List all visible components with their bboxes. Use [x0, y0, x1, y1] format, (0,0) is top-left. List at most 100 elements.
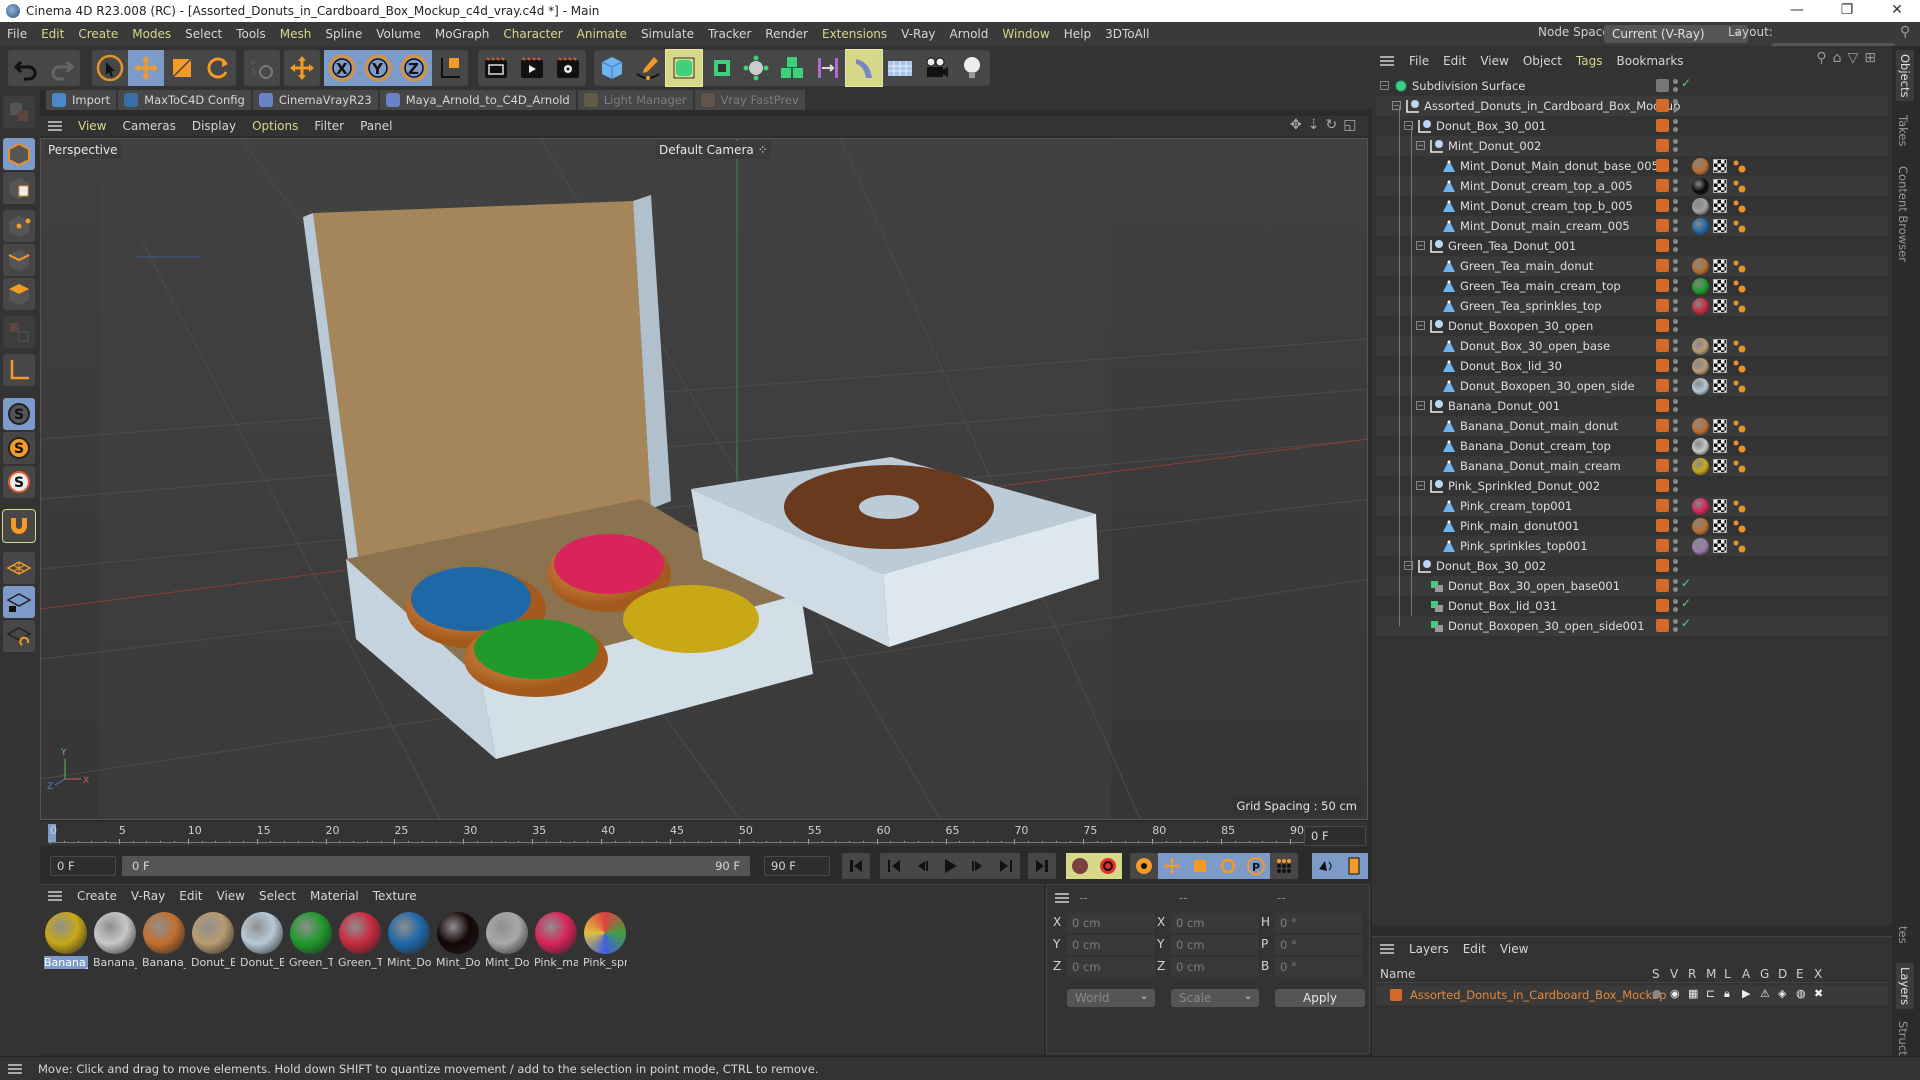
- layer-color-swatch[interactable]: [1656, 619, 1669, 632]
- layer-color-swatch[interactable]: [1656, 419, 1669, 432]
- object-name[interactable]: Banana_Donut_main_donut: [1460, 419, 1618, 433]
- menu-select[interactable]: Select: [178, 27, 229, 41]
- timeline-ruler[interactable]: 0 5 10 15 20 25 30 35 40 45 50 55 60 65 70 75 80 85 90: [40, 822, 1368, 846]
- material-tag-icon[interactable]: [1692, 358, 1709, 375]
- layer-column-e[interactable]: E: [1796, 967, 1804, 981]
- prev-frame-icon[interactable]: [908, 853, 936, 879]
- menu-simulate[interactable]: Simulate: [634, 27, 701, 41]
- material-menu-edit[interactable]: Edit: [172, 889, 209, 903]
- coord-field[interactable]: 0 cm: [1067, 935, 1155, 955]
- dolly-icon[interactable]: ⇣: [1308, 117, 1326, 133]
- visibility-dots[interactable]: [1673, 298, 1679, 314]
- layer-color-swatch[interactable]: [1390, 989, 1402, 1001]
- visibility-dots[interactable]: [1673, 138, 1679, 154]
- enabled-check-icon[interactable]: ✓: [1681, 616, 1691, 630]
- uvw-tag-icon[interactable]: [1713, 519, 1727, 533]
- record-keys-icon[interactable]: [1066, 853, 1094, 879]
- layer-column-m[interactable]: M: [1706, 967, 1716, 981]
- object-name[interactable]: Subdivision Surface: [1412, 79, 1525, 93]
- object-name[interactable]: Donut_Boxopen_30_open: [1448, 319, 1593, 333]
- x-axis-icon[interactable]: X: [324, 50, 360, 86]
- layer-color-swatch[interactable]: [1656, 319, 1669, 332]
- bend-icon[interactable]: [845, 49, 883, 87]
- object-row[interactable]: Banana_Donut_cream_top: [1376, 436, 1888, 456]
- material-tag-icon[interactable]: [1692, 438, 1709, 455]
- menu-v-ray[interactable]: V-Ray: [894, 27, 942, 41]
- material-swatch[interactable]: Green_Te: [289, 911, 333, 971]
- uvw-tag-icon[interactable]: [1713, 459, 1727, 473]
- vray-tag-icon[interactable]: [1732, 179, 1746, 193]
- object-row[interactable]: Green_Tea_sprinkles_top: [1376, 296, 1888, 316]
- make-editable-icon[interactable]: [3, 96, 35, 128]
- object-row[interactable]: − Green_Tea_Donut_001: [1376, 236, 1888, 256]
- object-row[interactable]: Pink_main_donut001: [1376, 516, 1888, 536]
- object-row[interactable]: − Mint_Donut_002: [1376, 136, 1888, 156]
- material-tag-icon[interactable]: [1692, 178, 1709, 195]
- render-view-icon[interactable]: [478, 50, 514, 86]
- material-menu-create[interactable]: Create: [70, 889, 124, 903]
- object-name[interactable]: Donut_Box_lid_30: [1460, 359, 1562, 373]
- visibility-dots[interactable]: [1673, 318, 1679, 334]
- layer-color-swatch[interactable]: [1656, 299, 1669, 312]
- layer-animation-icon[interactable]: ▶: [1742, 987, 1750, 1000]
- object-row[interactable]: Pink_cream_top001: [1376, 496, 1888, 516]
- node-space-dropdown[interactable]: Current (V-Ray): [1604, 22, 1748, 43]
- visibility-dots[interactable]: [1673, 598, 1679, 614]
- layer-color-swatch[interactable]: [1656, 219, 1669, 232]
- uvw-tag-icon[interactable]: [1713, 199, 1727, 213]
- vray-tag-icon[interactable]: [1732, 499, 1746, 513]
- object-name[interactable]: Pink_Sprinkled_Donut_002: [1448, 479, 1600, 493]
- object-row[interactable]: Donut_Box_30_open_base: [1376, 336, 1888, 356]
- rotate-icon[interactable]: [200, 50, 236, 86]
- layer-generators-icon[interactable]: ⚠: [1760, 987, 1770, 1000]
- visibility-dots[interactable]: [1673, 518, 1679, 534]
- object-menu-object[interactable]: Object: [1516, 54, 1569, 68]
- key-parameter-icon[interactable]: P: [1242, 853, 1270, 879]
- uvw-tag-icon[interactable]: [1713, 159, 1727, 173]
- layer-color-swatch[interactable]: [1656, 579, 1669, 592]
- scale-icon[interactable]: [164, 50, 200, 86]
- layer-deformers-icon[interactable]: ◈: [1778, 987, 1786, 1000]
- layer-color-swatch[interactable]: [1656, 199, 1669, 212]
- key-rotation-icon[interactable]: [1214, 853, 1242, 879]
- object-name[interactable]: Mint_Donut_002: [1448, 139, 1541, 153]
- uvw-tag-icon[interactable]: [1713, 279, 1727, 293]
- vray-tag-icon[interactable]: [1732, 519, 1746, 533]
- vray-tag-icon[interactable]: [1732, 339, 1746, 353]
- layers-menu-edit[interactable]: Edit: [1456, 942, 1493, 956]
- layer-color-swatch[interactable]: [1656, 99, 1669, 112]
- vray-tag-icon[interactable]: [1732, 439, 1746, 453]
- object-name[interactable]: Assorted_Donuts_in_Cardboard_Box_Mockup: [1424, 99, 1680, 113]
- object-row[interactable]: − Banana_Donut_001: [1376, 396, 1888, 416]
- object-row[interactable]: Banana_Donut_main_cream: [1376, 456, 1888, 476]
- menu-mograph[interactable]: MoGraph: [428, 27, 497, 41]
- goto-end-icon[interactable]: [1028, 853, 1056, 879]
- mograph-cloner-icon[interactable]: [738, 50, 774, 86]
- menu-tools[interactable]: Tools: [229, 27, 273, 41]
- edit-visibility-icon[interactable]: [1656, 79, 1669, 92]
- side-tab-tes[interactable]: tes: [1896, 926, 1910, 944]
- filter-icon[interactable]: ▽: [1847, 50, 1864, 66]
- layer-visible-icon[interactable]: ◉: [1670, 987, 1680, 1000]
- object-name[interactable]: Donut_Boxopen_30_open_side: [1460, 379, 1635, 393]
- object-row[interactable]: − Assorted_Donuts_in_Cardboard_Box_Mockup: [1376, 96, 1888, 116]
- viewport-menu-options[interactable]: Options: [244, 119, 306, 133]
- script-maya-arnold-to-c4d-arnold[interactable]: Maya_Arnold_to_C4D_Arnold: [379, 90, 576, 110]
- new-window-icon[interactable]: ⊞: [1864, 50, 1882, 66]
- close-button[interactable]: ✕: [1874, 0, 1920, 22]
- material-swatch[interactable]: Pink_spr: [583, 911, 627, 971]
- layer-name[interactable]: Assorted_Donuts_in_Cardboard_Box_Mockup: [1410, 988, 1666, 1002]
- vray-tag-icon[interactable]: [1732, 459, 1746, 473]
- minimize-button[interactable]: —: [1774, 0, 1820, 22]
- material-menu-view[interactable]: View: [210, 889, 252, 903]
- material-swatch[interactable]: Banana_: [93, 911, 137, 971]
- solo-off-icon[interactable]: S: [3, 466, 35, 498]
- status-menu-icon[interactable]: [8, 1063, 22, 1074]
- layer-column-r[interactable]: R: [1688, 967, 1696, 981]
- vray-tag-icon[interactable]: [1732, 159, 1746, 173]
- material-menu-v-ray[interactable]: V-Ray: [124, 889, 172, 903]
- menu-character[interactable]: Character: [496, 27, 569, 41]
- collapse-toggle-icon[interactable]: −: [1416, 481, 1425, 490]
- deformer-icon[interactable]: [810, 50, 846, 86]
- material-swatch[interactable]: Green_Te: [338, 911, 382, 971]
